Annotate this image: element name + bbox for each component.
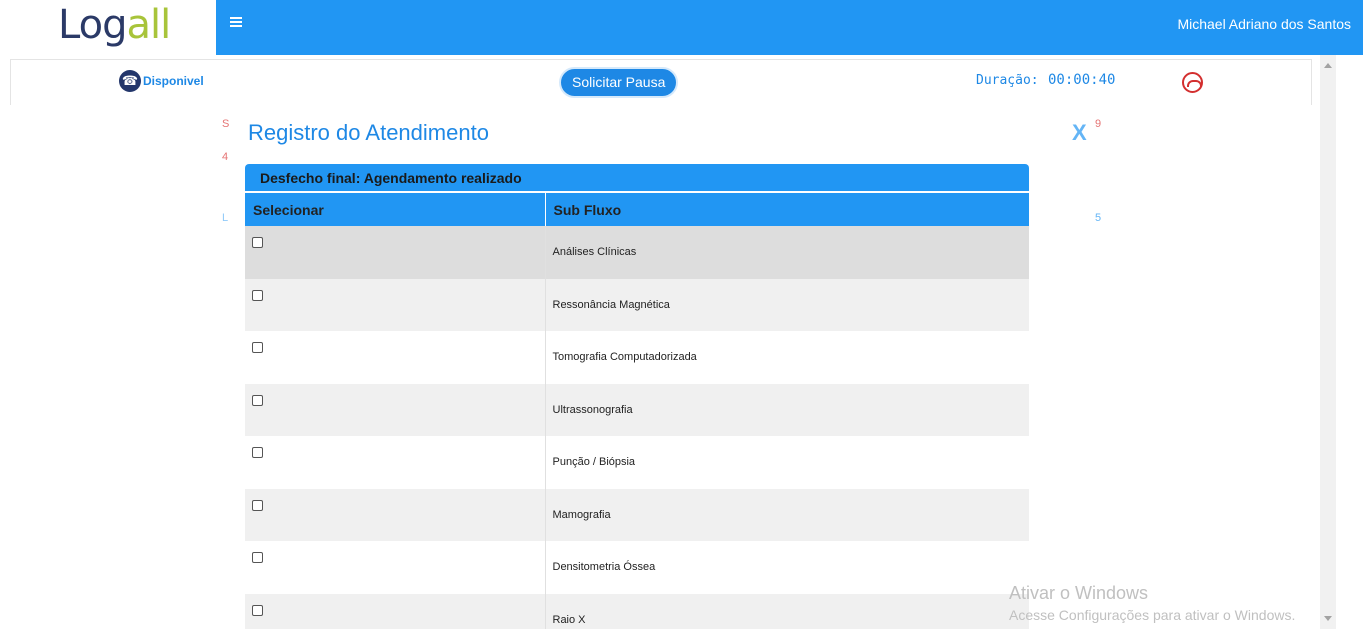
page: Logall Michael Adriano dos Santos ☎ Disp… xyxy=(0,0,1363,629)
row-checkbox[interactable] xyxy=(252,394,263,406)
select-cell xyxy=(245,488,546,541)
scroll-up-icon[interactable] xyxy=(1324,63,1332,68)
agent-status[interactable]: ☎ Disponivel xyxy=(119,70,204,92)
table-row[interactable]: Densitometria Óssea xyxy=(245,541,1029,594)
logo-text-all: all xyxy=(126,2,171,48)
request-pause-button[interactable]: Solicitar Pausa xyxy=(559,67,679,98)
table-row[interactable]: Raio X xyxy=(245,593,1029,629)
background-fragment: 9 xyxy=(1095,118,1102,130)
windows-activation-subtitle: Acesse Configurações para ativar o Windo… xyxy=(1009,607,1296,623)
background-fragment: L xyxy=(222,212,229,224)
subflow-cell: Raio X xyxy=(545,593,1029,629)
vertical-scrollbar[interactable] xyxy=(1320,55,1336,629)
logo[interactable]: Logall xyxy=(58,0,171,50)
duration-value: 00:00:40 xyxy=(1048,72,1116,88)
subflow-cell: Tomografia Computadorizada xyxy=(545,331,1029,384)
select-cell xyxy=(245,541,546,594)
column-header-subflow: Sub Fluxo xyxy=(545,193,1029,226)
subflow-cell: Ultrassonografia xyxy=(545,383,1029,436)
subflow-cell: Ressonância Magnética xyxy=(545,278,1029,331)
table-row[interactable]: Ultrassonografia xyxy=(245,383,1029,436)
windows-activation-title: Ativar o Windows xyxy=(1009,583,1149,603)
row-checkbox[interactable] xyxy=(252,499,263,511)
duration-label: Duração: xyxy=(976,73,1039,88)
select-cell xyxy=(245,278,546,331)
close-button[interactable]: X xyxy=(1072,120,1087,146)
subflow-cell: Mamografia xyxy=(545,488,1029,541)
row-checkbox[interactable] xyxy=(252,604,263,616)
select-cell xyxy=(245,436,546,489)
table-row[interactable]: Análises Clínicas xyxy=(245,226,1029,279)
table-header-row: Selecionar Sub Fluxo xyxy=(245,193,1029,226)
table-row[interactable]: Mamografia xyxy=(245,488,1029,541)
hamburger-icon[interactable] xyxy=(230,17,242,29)
scroll-thumb[interactable] xyxy=(1322,75,1334,609)
modal-title: Registro do Atendimento xyxy=(248,120,489,145)
select-cell xyxy=(245,593,546,629)
row-checkbox[interactable] xyxy=(252,447,263,458)
background-fragment: S xyxy=(222,118,230,130)
logo-area: Logall xyxy=(0,0,216,55)
row-checkbox[interactable] xyxy=(252,342,263,353)
logo-text-lo: Lo xyxy=(58,2,103,48)
subflow-table: Selecionar Sub Fluxo Análises Clínicas R… xyxy=(245,193,1029,629)
background-fragment: 4 xyxy=(222,151,229,163)
subflow-panel: Desfecho final: Agendamento realizado Se… xyxy=(245,164,1029,629)
logo-text-g: g xyxy=(102,2,127,48)
phone-icon: ☎ xyxy=(119,70,141,92)
row-checkbox[interactable] xyxy=(252,552,263,563)
subflow-cell: Densitometria Óssea xyxy=(545,541,1029,594)
row-checkbox[interactable] xyxy=(252,289,263,301)
top-bar: Michael Adriano dos Santos xyxy=(216,0,1363,55)
scroll-down-icon[interactable] xyxy=(1324,616,1332,621)
table-row[interactable]: Punção / Biópsia xyxy=(245,436,1029,489)
column-header-select: Selecionar xyxy=(245,193,546,226)
table-row[interactable]: Tomografia Computadorizada xyxy=(245,331,1029,384)
subflow-cell: Análises Clínicas xyxy=(545,226,1029,279)
table-row[interactable]: Ressonância Magnética xyxy=(245,278,1029,331)
select-cell xyxy=(245,331,546,384)
row-checkbox[interactable] xyxy=(252,237,263,248)
status-label: Disponivel xyxy=(143,74,204,88)
select-cell xyxy=(245,383,546,436)
user-name[interactable]: Michael Adriano dos Santos xyxy=(1177,16,1351,32)
subflow-cell: Punção / Biópsia xyxy=(545,436,1029,489)
agent-status-bar: ☎ Disponivel Solicitar Pausa Duração: 00… xyxy=(10,59,1312,105)
hangup-icon[interactable] xyxy=(1182,72,1203,93)
background-fragment: 5 xyxy=(1095,212,1102,224)
select-cell xyxy=(245,226,546,279)
panel-heading: Desfecho final: Agendamento realizado xyxy=(245,164,1029,191)
